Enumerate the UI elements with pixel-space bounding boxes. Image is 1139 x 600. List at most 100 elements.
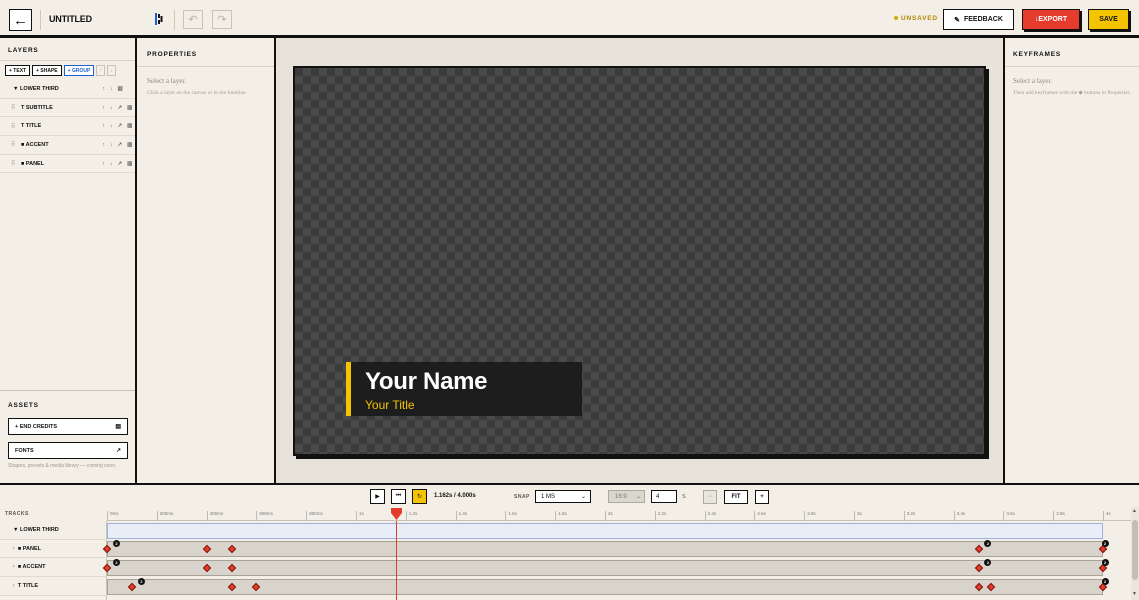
chevron-down-icon: ⌄ <box>580 494 586 500</box>
feedback-button[interactable]: ✎ FEEDBACK <box>943 9 1014 30</box>
project-title[interactable]: UNTITLED <box>49 14 92 24</box>
ruler-tick: 2.8s <box>804 511 816 521</box>
back-button[interactable]: ← <box>9 9 32 31</box>
ruler-tick: 600ms <box>256 511 273 521</box>
add-text-button[interactable]: + TEXT <box>5 65 31 76</box>
layer-label: ■ ACCENT <box>21 141 49 148</box>
loop-button[interactable]: ↻ <box>412 489 427 504</box>
film-icon: ▤ <box>115 424 121 430</box>
external-link-icon: ↗ <box>115 448 121 454</box>
trash-icon[interactable]: ▥ <box>118 86 123 92</box>
layer-row-title[interactable]: ⠿ T TITLE ↑ ↓ ↗ ▥ <box>0 117 135 137</box>
save-button[interactable]: SAVE <box>1088 9 1129 30</box>
canvas-area: Your Name Your Title <box>276 38 1003 483</box>
redo-button[interactable]: ↷ <box>212 10 232 29</box>
drag-handle-icon[interactable]: ⠿ <box>11 104 15 111</box>
trash-icon[interactable]: ▥ <box>127 105 132 111</box>
drag-handle-icon[interactable]: ⠿ <box>11 141 15 148</box>
add-shape-button[interactable]: + SHAPE <box>32 65 62 76</box>
trash-icon[interactable]: ▥ <box>127 142 132 148</box>
ruler-tick: 1.8s <box>555 511 567 521</box>
track-lane[interactable] <box>107 559 1103 576</box>
unsaved-status: UNSAVED <box>894 15 938 22</box>
zoom-in-button[interactable]: + <box>755 490 769 504</box>
scroll-up-icon[interactable]: ▲ <box>1132 508 1137 514</box>
lower-third-accent[interactable] <box>346 362 351 416</box>
drag-handle-icon[interactable]: ⠿ <box>11 160 15 167</box>
arrow-up-icon: ↑ <box>99 67 103 74</box>
scrollbar-thumb[interactable] <box>1132 520 1138 580</box>
track-label: · ■ PANEL <box>13 545 41 552</box>
playhead-line[interactable] <box>396 521 398 600</box>
rewind-button[interactable]: ⏮ <box>391 489 406 504</box>
track-label: ▼ LOWER THIRD <box>13 526 59 533</box>
zoom-out-button[interactable]: − <box>703 490 717 504</box>
layer-label: ■ PANEL <box>21 160 45 167</box>
layers-title: LAYERS <box>8 47 39 54</box>
playhead-handle-icon[interactable] <box>391 508 403 520</box>
keyframe-count-badge: 2 <box>1101 577 1109 585</box>
ratio-value: 16:9 <box>615 493 627 500</box>
trash-icon[interactable]: ▥ <box>127 161 132 167</box>
track-lane[interactable] <box>107 522 1103 539</box>
move-down-button[interactable]: ↓ <box>107 65 117 76</box>
arrow-up-icon[interactable]: ↑ <box>102 123 105 129</box>
arrow-down-icon[interactable]: ↓ <box>110 123 113 129</box>
external-link-icon[interactable]: ↗ <box>118 161 123 167</box>
drag-handle-icon[interactable]: ⠿ <box>11 123 15 130</box>
snap-select[interactable]: 1 MS ⌄ <box>535 490 591 503</box>
divider <box>1005 66 1139 67</box>
tracks-label: TRACKS <box>5 511 29 517</box>
trash-icon[interactable]: ▥ <box>127 123 132 129</box>
lower-third-title[interactable]: Your Name <box>365 368 488 396</box>
duration-input[interactable]: 4 <box>651 490 677 503</box>
arrow-down-icon[interactable]: ↓ <box>110 161 113 167</box>
zoom-fit-button[interactable]: FIT <box>724 490 748 504</box>
layer-row-panel[interactable]: ⠿ ■ PANEL ↑ ↓ ↗ ▥ <box>0 155 135 174</box>
divider <box>0 60 135 61</box>
add-layer-toolbar: + TEXT + SHAPE + GROUP ↑ ↓ <box>5 65 117 76</box>
ruler-tick: 3.4s <box>953 511 965 521</box>
track-lane[interactable] <box>107 541 1103 558</box>
properties-subhint: Click a layer on the canvas or in the ti… <box>147 90 247 96</box>
move-up-button[interactable]: ↑ <box>96 65 106 76</box>
track-panel[interactable]: · ■ PANEL <box>0 540 107 559</box>
timeline-scrollbar[interactable]: ▲ ▼ <box>1131 507 1139 600</box>
lower-third-subtitle[interactable]: Your Title <box>365 398 415 412</box>
time-ruler[interactable]: 0ms 200ms 400ms 600ms 800ms 1s 1.2s 1.4s 1.6s 1.8… <box>107 507 1131 521</box>
add-group-button[interactable]: + GROUP <box>63 65 95 76</box>
external-link-icon[interactable]: ↗ <box>118 142 123 148</box>
arrow-down-icon[interactable]: ↓ <box>110 142 113 148</box>
chevron-down-icon: ⌄ <box>635 494 641 500</box>
end-credits-button[interactable]: + END CREDITS ▤ <box>8 418 128 435</box>
track-title[interactable]: · T TITLE <box>0 577 107 596</box>
external-link-icon[interactable]: ↗ <box>118 123 123 129</box>
arrow-up-icon[interactable]: ↑ <box>102 161 105 167</box>
pencil-icon: ✎ <box>954 16 960 24</box>
layer-label: T SUBTITLE <box>21 104 53 111</box>
ruler-tick: 1.6s <box>505 511 517 521</box>
layer-row-accent[interactable]: ⠿ ■ ACCENT ↑ ↓ ↗ ▥ <box>0 136 135 155</box>
scroll-down-icon[interactable]: ▼ <box>1132 591 1137 597</box>
layer-row-subtitle[interactable]: ⠿ T SUBTITLE ↑ ↓ ↗ ▥ <box>0 99 135 118</box>
aspect-ratio-select[interactable]: 16:9 ⌄ <box>608 490 645 503</box>
play-icon: ▶ <box>375 494 380 500</box>
layer-row-lower-third[interactable]: ▼ LOWER THIRD ↑ ↓ ▥ <box>0 80 135 99</box>
fonts-button[interactable]: FONTS ↗ <box>8 442 128 459</box>
status-dot-icon <box>894 16 898 21</box>
arrow-up-icon[interactable]: ↑ <box>102 105 105 111</box>
ruler-tick: 800ms <box>306 511 323 521</box>
transport-bar: ▶ ⏮ ↻ 1.162s / 4.000s SNAP 1 MS ⌄ 16:9 ⌄ 4… <box>0 483 1139 507</box>
top-toolbar: ← UNTITLED ↶ ↷ UNSAVED ✎ FEEDBACK ↓EXPORT… <box>0 0 1139 38</box>
external-link-icon[interactable]: ↗ <box>118 105 123 111</box>
arrow-down-icon[interactable]: ↓ <box>110 86 113 92</box>
play-button[interactable]: ▶ <box>370 489 385 504</box>
undo-button[interactable]: ↶ <box>183 10 203 29</box>
arrow-down-icon[interactable]: ↓ <box>110 105 113 111</box>
export-button[interactable]: ↓EXPORT <box>1022 9 1080 30</box>
track-lower-third[interactable]: ▼ LOWER THIRD <box>0 521 107 540</box>
track-accent[interactable]: · ■ ACCENT <box>0 558 107 578</box>
canvas-stage[interactable]: Your Name Your Title <box>293 66 986 456</box>
arrow-up-icon[interactable]: ↑ <box>102 142 105 148</box>
arrow-up-icon[interactable]: ↑ <box>102 86 105 92</box>
